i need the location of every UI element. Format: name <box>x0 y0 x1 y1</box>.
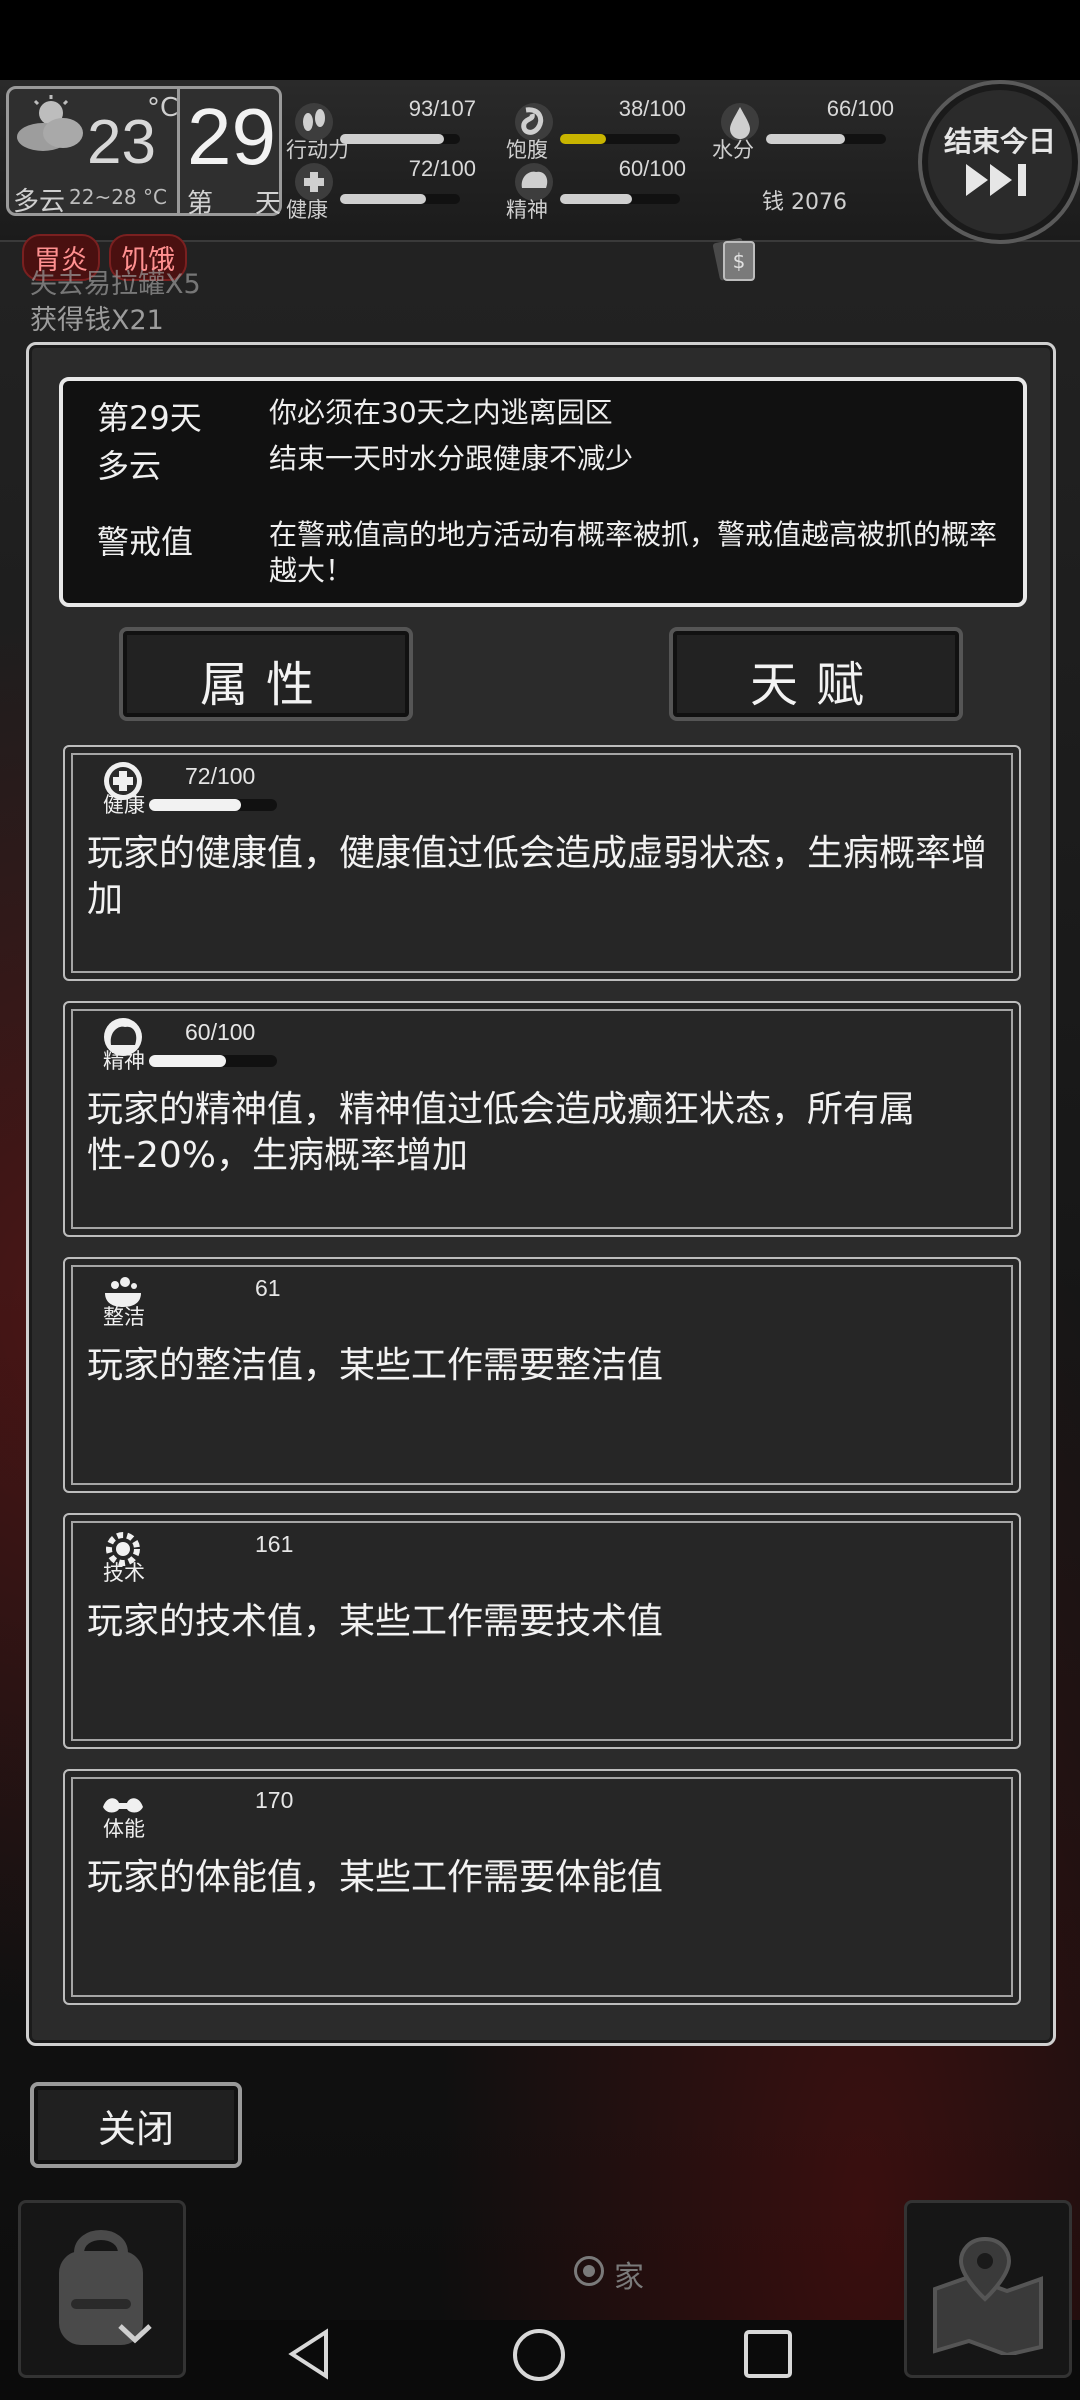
tab-talents[interactable]: 天赋 <box>669 627 963 721</box>
progress-fill <box>560 194 632 204</box>
attribute-name: 体能 <box>103 1817 145 1841</box>
attribute-value: 170 <box>255 1787 294 1813</box>
attribute-card-stamina: 体能 170 玩家的体能值，某些工作需要体能值 <box>63 1769 1021 2005</box>
stat-value: 93/107 <box>408 96 476 121</box>
progress-fill <box>340 194 427 204</box>
weather-panel: 23 °C 多云 22~28 °C 29 第 天 <box>6 86 282 219</box>
temperature-unit: °C <box>147 93 179 123</box>
progress-track <box>560 134 680 144</box>
attribute-description: 玩家的体能值，某些工作需要体能值 <box>87 1857 664 1898</box>
stat-value: 38/100 <box>618 96 686 121</box>
attribute-name: 健康 <box>103 793 145 817</box>
recents-icon[interactable] <box>742 2328 794 2380</box>
cloudy-weather-icon <box>17 95 83 151</box>
day-prefix: 第 <box>187 189 214 219</box>
attributes-dialog: 第29天 你必须在30天之内逃离园区 多云 结束一天时水分跟健康不减少 警戒值 … <box>26 342 1056 2046</box>
attribute-card-cleanliness: 整洁 61 玩家的整洁值，某些工作需要整洁值 <box>63 1257 1021 1493</box>
progress-fill <box>149 799 242 811</box>
attribute-description: 玩家的精神值，精神值过低会造成癫狂状态，所有属性-20%，生病概率增加 <box>87 1089 916 1176</box>
progress-track <box>766 134 886 144</box>
system-nav-bar <box>0 2290 1080 2400</box>
rules-notice: 第29天 你必须在30天之内逃离园区 多云 结束一天时水分跟健康不减少 警戒值 … <box>59 377 1027 607</box>
money-value: 钱 2076 <box>762 190 847 215</box>
temperature-value: 23 <box>87 108 156 177</box>
progress-fill <box>766 134 846 144</box>
stat-value: 72/100 <box>408 156 476 181</box>
home-icon[interactable] <box>510 2326 568 2384</box>
attribute-description: 玩家的整洁值，某些工作需要整洁值 <box>87 1345 664 1386</box>
svg-text:$: $ <box>733 249 746 273</box>
attribute-value: 161 <box>255 1531 294 1557</box>
end-day-button[interactable]: 结束今日 <box>918 80 1080 244</box>
close-button[interactable]: 关闭 <box>30 2082 242 2168</box>
notice-weather-key: 多云 <box>97 447 162 485</box>
log-line: 失去易拉罐X5 <box>30 269 201 300</box>
stat-spirit: 精神 60/100 <box>506 156 686 222</box>
stat-value: 60/100 <box>618 156 686 181</box>
stat-health: 健康 72/100 <box>286 156 476 222</box>
tab-label: 属性 <box>199 657 332 713</box>
notice-alert-text: 在警戒值高的地方活动有概率被抓，警戒值越高被抓的概率越大！ <box>269 518 998 587</box>
attribute-card-spirit: 精神 60/100 玩家的精神值，精神值过低会造成癫狂状态，所有属性-20%，生… <box>63 1001 1021 1237</box>
progress-track <box>149 799 277 811</box>
attribute-value: 60/100 <box>185 1019 256 1045</box>
stat-action: 行动力 93/107 <box>286 96 476 162</box>
attribute-name: 精神 <box>103 1049 145 1073</box>
end-day-label: 结束今日 <box>943 125 1056 158</box>
notice-alert-key: 警戒值 <box>97 523 194 561</box>
close-label: 关闭 <box>97 2107 174 2151</box>
progress-fill <box>340 134 445 144</box>
day-counter: 29 <box>187 92 276 181</box>
divider <box>177 89 180 213</box>
progress-track <box>560 194 680 204</box>
attribute-value: 61 <box>255 1275 281 1301</box>
attribute-card-health: 健康 72/100 玩家的健康值，健康值过低会造成虚弱状态，生病概率增加 <box>63 745 1021 981</box>
location-marker-icon <box>574 2256 604 2286</box>
progress-fill <box>560 134 606 144</box>
attribute-description: 玩家的健康值，健康值过低会造成虚弱状态，生病概率增加 <box>87 833 988 920</box>
stat-satiety: 饱腹 38/100 <box>506 96 686 162</box>
log-line: 获得钱X21 <box>30 305 164 336</box>
tab-label: 天赋 <box>749 657 882 713</box>
status-bar <box>0 0 1080 80</box>
stat-value: 66/100 <box>826 96 894 121</box>
attribute-name: 整洁 <box>103 1305 145 1329</box>
tab-attributes[interactable]: 属性 <box>119 627 413 721</box>
fast-forward-icon <box>966 164 1026 196</box>
progress-track <box>340 194 460 204</box>
progress-track <box>340 134 460 144</box>
progress-track <box>149 1055 277 1067</box>
notice-weather-text: 结束一天时水分跟健康不减少 <box>269 442 634 475</box>
attribute-name: 技术 <box>103 1561 145 1585</box>
attribute-value: 72/100 <box>185 763 256 789</box>
notice-day-key: 第29天 <box>97 399 202 437</box>
chevron-down-icon[interactable] <box>110 2314 160 2354</box>
attribute-card-skill: 技术 161 玩家的技术值，某些工作需要技术值 <box>63 1513 1021 1749</box>
back-icon[interactable] <box>282 2326 338 2382</box>
stat-label: 水分 <box>712 138 754 162</box>
money-icon: $ <box>712 238 755 281</box>
day-suffix: 天 <box>255 189 282 219</box>
weather-label: 多云 <box>13 187 66 217</box>
attribute-description: 玩家的技术值，某些工作需要技术值 <box>87 1601 664 1642</box>
stat-water: 水分 66/100 <box>712 96 894 162</box>
stat-label: 健康 <box>286 198 328 222</box>
notice-day-text: 你必须在30天之内逃离园区 <box>269 396 613 429</box>
progress-fill <box>149 1055 226 1067</box>
temperature-range: 22~28 °C <box>69 185 167 209</box>
stat-label: 精神 <box>506 198 548 222</box>
